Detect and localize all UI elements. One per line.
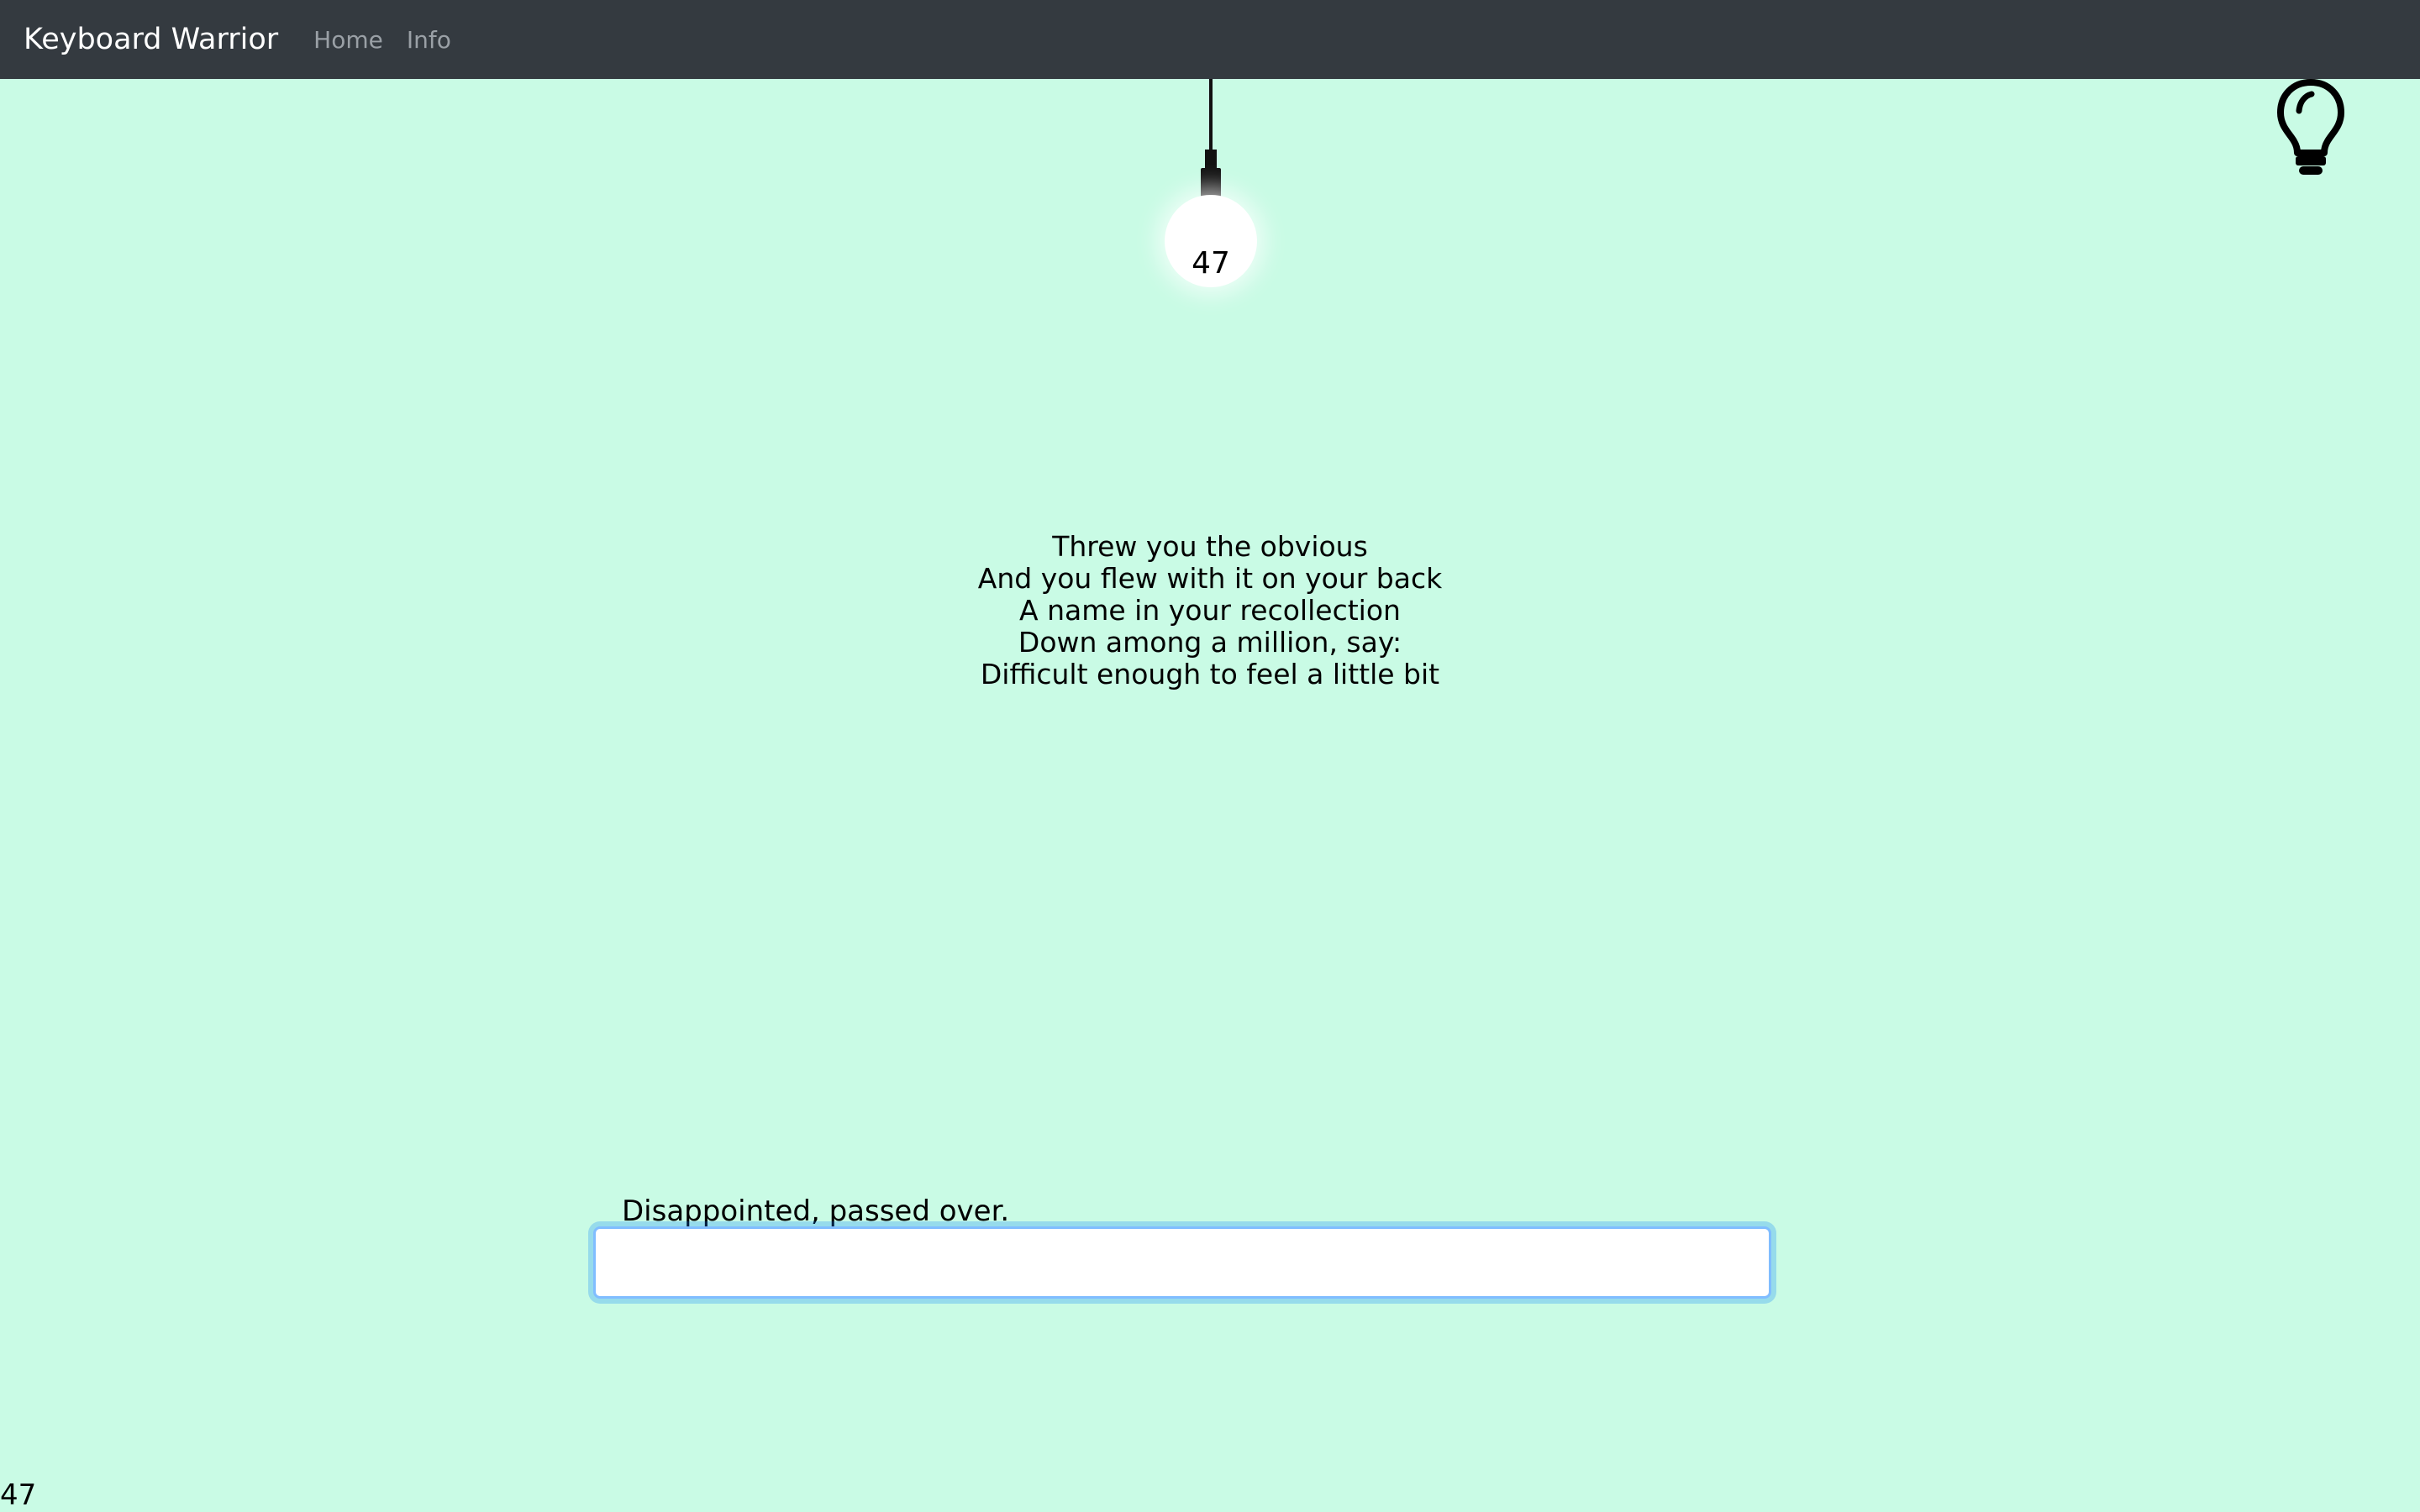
bulb-cord <box>1209 79 1213 151</box>
lightbulb-icon[interactable] <box>2274 77 2348 176</box>
hanging-bulb: 47 <box>1165 195 1257 287</box>
bulb-counter: 47 <box>1192 246 1230 281</box>
navbar: Keyboard Warrior Home Info <box>0 0 2420 79</box>
answer-input[interactable] <box>593 1226 1771 1299</box>
bulb-socket-neck <box>1205 150 1217 170</box>
score-counter: 47 <box>0 1478 37 1512</box>
lyric-line: And you flew with it on your back <box>977 562 1443 595</box>
lyric-line: Difficult enough to feel a little bit <box>980 658 1440 690</box>
current-prompt: Disappointed, passed over. <box>622 1194 1010 1228</box>
brand-link[interactable]: Keyboard Warrior <box>24 23 278 56</box>
bulb-socket <box>1201 168 1221 198</box>
nav-link-home[interactable]: Home <box>313 26 383 54</box>
lyric-line: Threw you the obvious <box>1052 530 1368 563</box>
nav-link-info[interactable]: Info <box>407 26 451 54</box>
lyrics-block: Threw you the obvious And you flew with … <box>0 531 2420 690</box>
lyric-line: Down among a million, say: <box>1018 626 1402 659</box>
lyric-line: A name in your recollection <box>1019 594 1401 627</box>
